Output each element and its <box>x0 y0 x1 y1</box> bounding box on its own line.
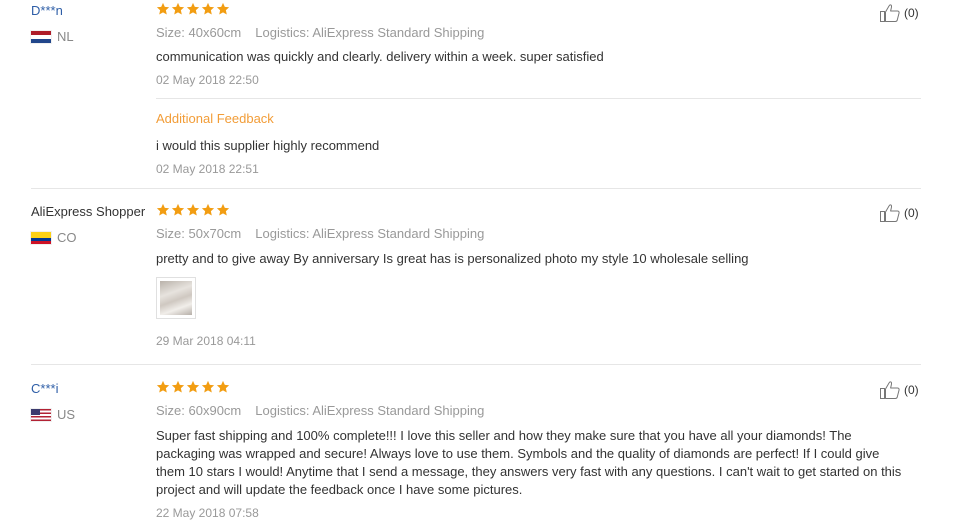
size-info: Size: 50x70cm <box>156 226 242 241</box>
like-count: (0) <box>904 383 919 397</box>
reviewer-name: AliExpress Shopper <box>31 204 146 219</box>
review-date: 29 Mar 2018 04:11 <box>156 334 256 348</box>
star-icon <box>201 2 215 15</box>
review-photo-thumbnail[interactable] <box>156 277 196 319</box>
review-divider <box>31 364 921 365</box>
review-date: 02 May 2018 22:50 <box>156 73 259 87</box>
star-rating <box>156 203 230 217</box>
review-meta: Size: 40x60cm Logistics: AliExpress Stand… <box>156 25 484 40</box>
country-code: US <box>57 407 76 422</box>
star-icon <box>216 380 230 393</box>
star-icon <box>216 203 230 216</box>
reviewer-name[interactable]: C***i <box>31 381 58 396</box>
star-icon <box>156 2 170 15</box>
reviewer-country: CO <box>31 230 77 245</box>
review-text: communication was quickly and clearly. d… <box>156 49 604 64</box>
like-button[interactable]: (0) <box>879 3 919 23</box>
review-text: pretty and to give away By anniversary I… <box>156 251 749 266</box>
star-icon <box>186 2 200 15</box>
size-info: Size: 40x60cm <box>156 25 242 40</box>
size-info: Size: 60x90cm <box>156 403 242 418</box>
star-icon <box>216 2 230 15</box>
review-text: Super fast shipping and 100% complete!!!… <box>156 428 902 497</box>
star-icon <box>171 2 185 15</box>
flag-icon <box>31 30 51 43</box>
divider <box>156 98 921 99</box>
star-icon <box>156 203 170 216</box>
thumbs-up-icon <box>880 381 900 399</box>
flag-icon <box>31 408 51 421</box>
additional-feedback-label: Additional Feedback <box>156 111 274 126</box>
flag-icon <box>31 231 51 244</box>
reviewer-country: NL <box>31 29 74 44</box>
star-icon <box>171 203 185 216</box>
like-count: (0) <box>904 6 919 20</box>
star-icon <box>171 380 185 393</box>
star-rating <box>156 2 230 16</box>
like-count: (0) <box>904 206 919 220</box>
thumbs-up-icon <box>880 204 900 222</box>
thumbs-up-icon <box>880 4 900 22</box>
review-date: 22 May 2018 07:58 <box>156 506 259 520</box>
logistics-info: Logistics: AliExpress Standard Shipping <box>255 403 485 418</box>
star-icon <box>186 203 200 216</box>
star-icon <box>201 380 215 393</box>
additional-feedback-text: i would this supplier highly recommend <box>156 138 380 153</box>
star-rating <box>156 380 230 394</box>
review-meta: Size: 50x70cm Logistics: AliExpress Stand… <box>156 226 484 241</box>
review-meta: Size: 60x90cm Logistics: AliExpress Stand… <box>156 403 484 418</box>
like-button[interactable]: (0) <box>879 203 919 223</box>
reviewer-country: US <box>31 407 75 422</box>
star-icon <box>156 380 170 393</box>
review-divider <box>31 188 921 189</box>
logistics-info: Logistics: AliExpress Standard Shipping <box>255 25 485 40</box>
reviewer-name[interactable]: D***n <box>31 3 63 18</box>
country-code: CO <box>57 230 77 245</box>
logistics-info: Logistics: AliExpress Standard Shipping <box>255 226 485 241</box>
additional-feedback-date: 02 May 2018 22:51 <box>156 162 259 176</box>
star-icon <box>186 380 200 393</box>
like-button[interactable]: (0) <box>879 380 919 400</box>
country-code: NL <box>57 29 74 44</box>
star-icon <box>201 203 215 216</box>
